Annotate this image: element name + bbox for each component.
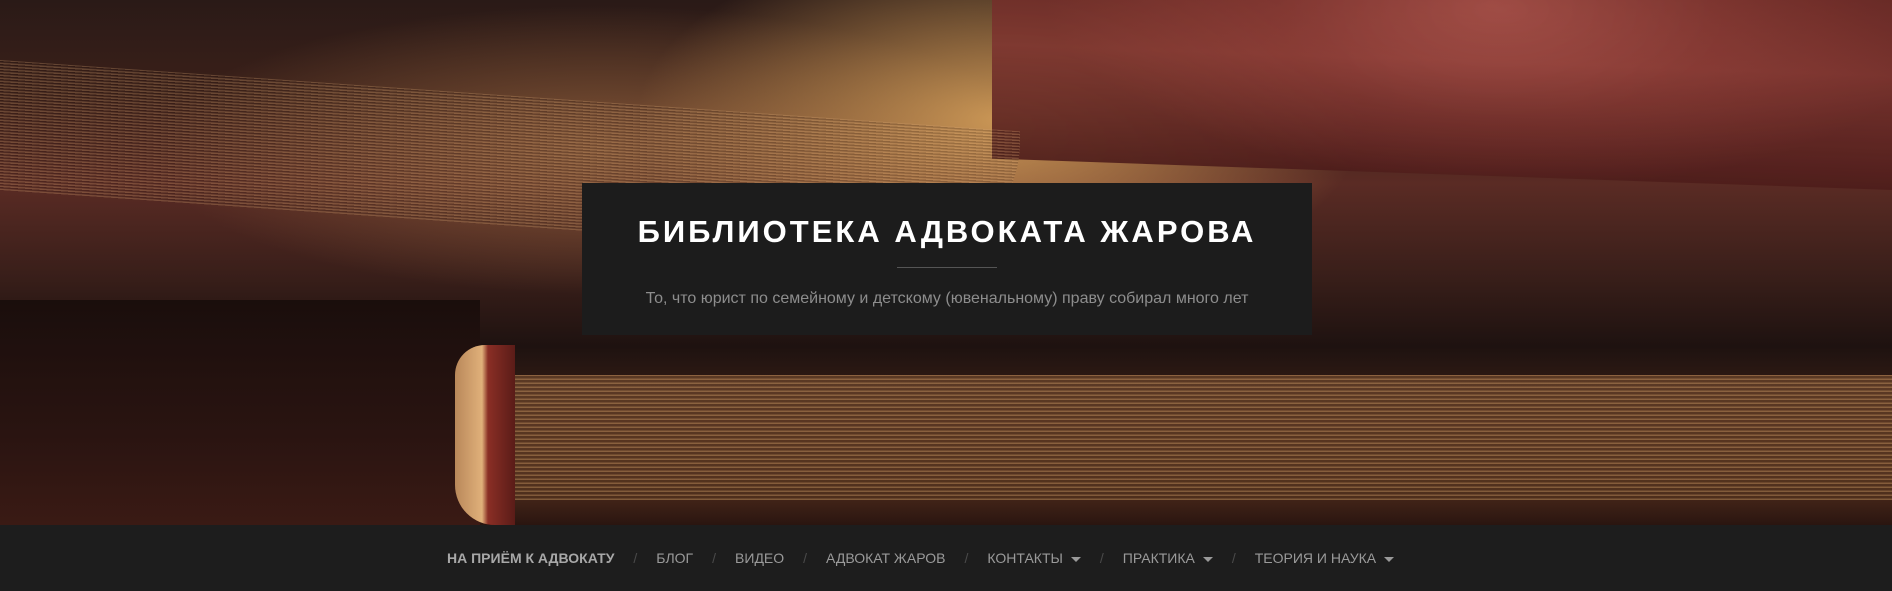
nav-item-label: ТЕОРИЯ И НАУКА (1254, 550, 1377, 566)
nav-item-appointment[interactable]: НА ПРИЁМ К АДВОКАТУ (447, 550, 614, 566)
nav-separator: / (964, 550, 969, 566)
nav-separator: / (803, 550, 808, 566)
site-title[interactable]: БИБЛИОТЕКА АДВОКАТА ЖАРОВА (582, 183, 1312, 250)
hero-closed-book-decoration (480, 375, 1892, 500)
nav-item-contacts[interactable]: КОНТАКТЫ (987, 550, 1081, 566)
nav-item-lawyer-zharov[interactable]: АДВОКАТ ЖАРОВ (826, 550, 945, 566)
nav-item-label: ПРАКТИКА (1122, 550, 1195, 566)
nav-item-label: НА ПРИЁМ К АДВОКАТУ (447, 550, 615, 566)
nav-item-video[interactable]: ВИДЕО (735, 550, 784, 566)
nav-separator: / (633, 550, 638, 566)
caret-down-icon (1384, 556, 1395, 562)
site-tagline: То, что юрист по семейному и детскому (ю… (645, 290, 1249, 308)
nav-separator: / (712, 550, 717, 566)
nav-separator: / (1099, 550, 1104, 566)
nav-item-label: БЛОГ (656, 550, 694, 566)
site-branding: БИБЛИОТЕКА АДВОКАТА ЖАРОВА То, что юрист… (582, 183, 1312, 335)
title-divider (897, 267, 997, 269)
caret-down-icon (1070, 556, 1081, 562)
nav-menu: НА ПРИЁМ К АДВОКАТУ / БЛОГ / ВИДЕО / АДВ… (447, 525, 1395, 591)
main-navigation: НА ПРИЁМ К АДВОКАТУ / БЛОГ / ВИДЕО / АДВ… (0, 525, 1892, 591)
nav-separator: / (1231, 550, 1236, 566)
nav-item-practice[interactable]: ПРАКТИКА (1123, 550, 1213, 566)
nav-item-blog[interactable]: БЛОГ (656, 550, 693, 566)
header-hero-image: БИБЛИОТЕКА АДВОКАТА ЖАРОВА То, что юрист… (0, 0, 1892, 525)
caret-down-icon (1202, 556, 1213, 562)
nav-item-theory-science[interactable]: ТЕОРИЯ И НАУКА (1254, 550, 1395, 566)
hero-shadow-decoration (0, 300, 480, 525)
nav-item-label: ВИДЕО (735, 550, 785, 566)
nav-item-label: КОНТАКТЫ (987, 550, 1063, 566)
nav-item-label: АДВОКАТ ЖАРОВ (826, 550, 946, 566)
hero-book-spine-decoration (455, 345, 515, 525)
hero-book-cover-decoration (992, 0, 1892, 191)
